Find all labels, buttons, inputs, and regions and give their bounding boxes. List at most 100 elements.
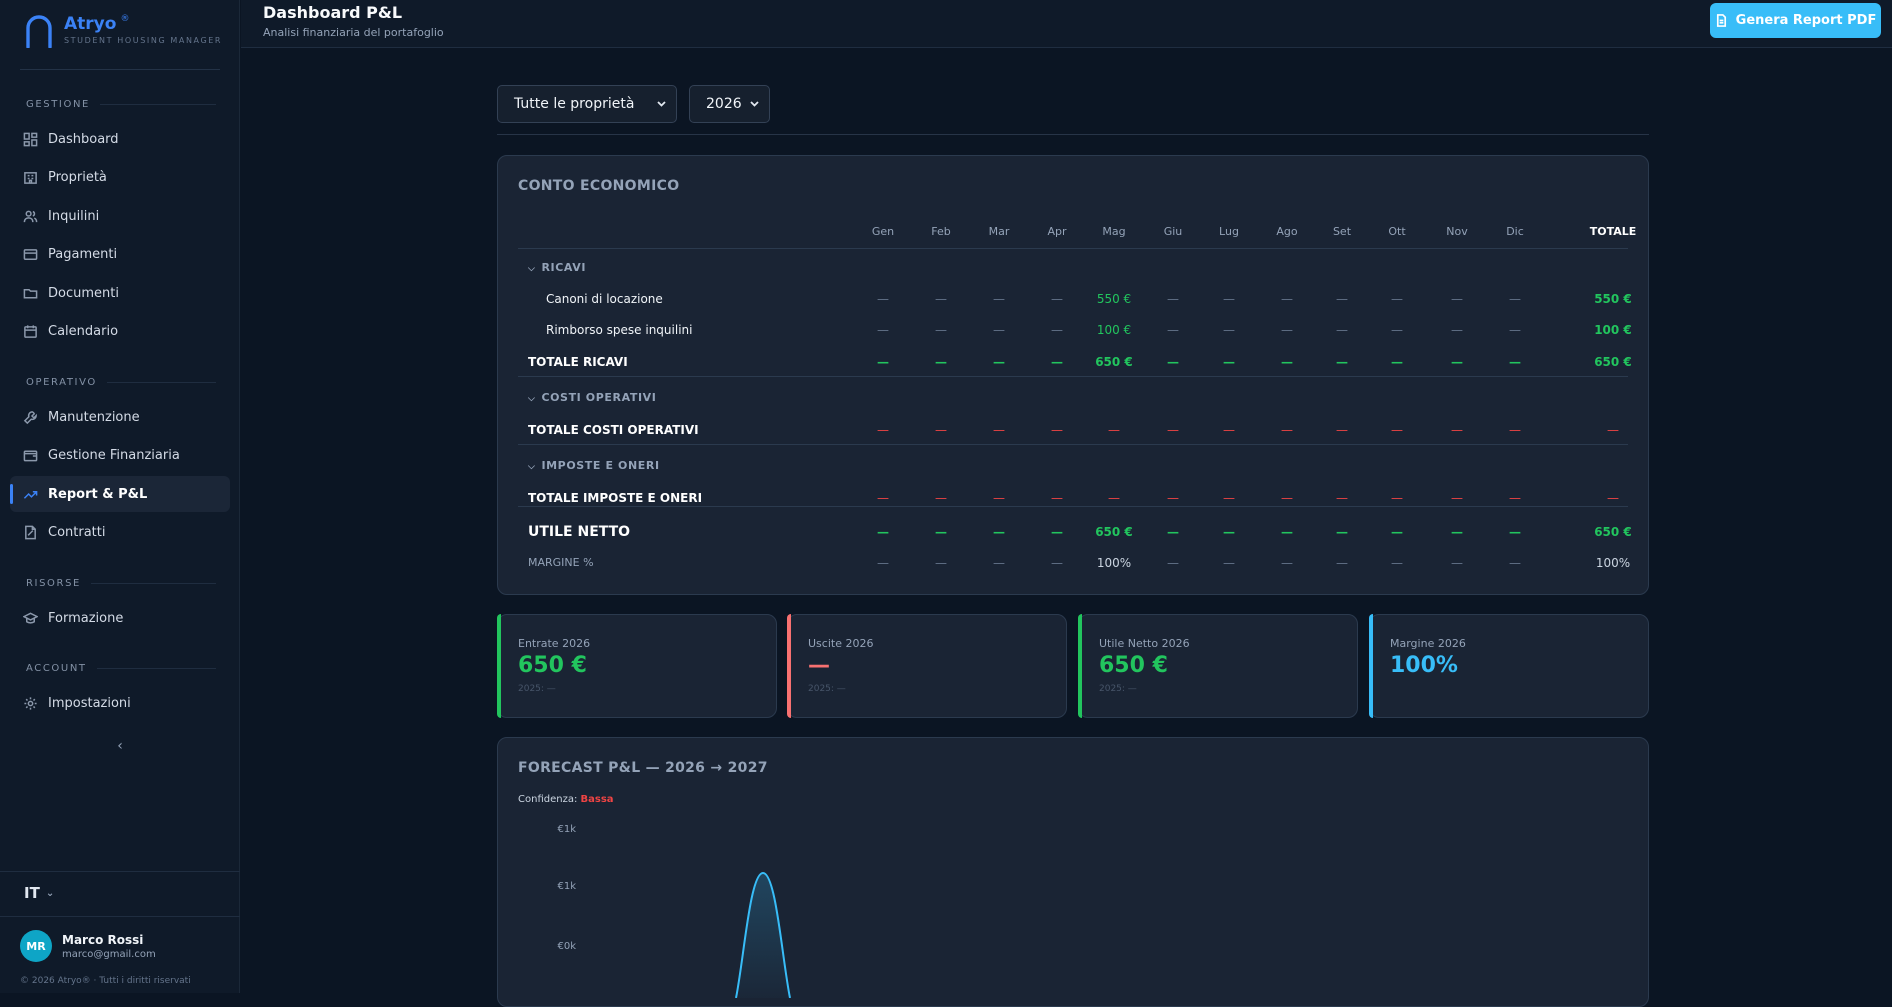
month-header: Lug	[1219, 225, 1239, 238]
year-select[interactable]: 2026	[689, 85, 770, 123]
sidebar-item-label: Proprietà	[48, 169, 107, 185]
kpi-accent-bar	[787, 614, 791, 718]
chevron-down-icon: ⌵	[528, 394, 536, 404]
section-row-ricavi[interactable]: ⌵ RICAVI	[518, 252, 1628, 283]
language-selector[interactable]: IT ⌄	[24, 884, 54, 902]
sidebar-item-contratti[interactable]: Contratti	[10, 514, 230, 550]
kpi-label: Entrate 2026	[518, 637, 591, 650]
sidebar-item-report-pl[interactable]: Report & P&L	[10, 476, 230, 512]
brand-registered-mark: ®	[120, 14, 130, 24]
kpi-compare: 2025: —	[518, 684, 556, 694]
sidebar-item-calendario[interactable]: Calendario	[10, 313, 230, 349]
month-value: —	[1509, 490, 1521, 505]
row-total: 650 €	[1594, 354, 1632, 369]
row-label: TOTALE IMPOSTE E ONERI	[528, 490, 703, 505]
sidebar-item-formazione[interactable]: Formazione	[10, 600, 230, 636]
generate-report-pdf-button[interactable]: Genera Report PDF	[1710, 3, 1881, 38]
month-value: —	[1391, 490, 1403, 505]
trend-icon	[23, 490, 38, 499]
month-value: —	[1451, 422, 1463, 437]
wrench-icon	[23, 410, 37, 424]
kpi-accent-bar	[1369, 614, 1373, 718]
month-value: —	[1451, 524, 1463, 539]
section-gestione: GESTIONE	[26, 99, 216, 110]
month-value: —	[935, 422, 947, 437]
income-statement-card: CONTO ECONOMICO Gen Feb Mar Apr Mag Giu Lug Ago…	[497, 155, 1649, 595]
kpi-compare: 2025: —	[808, 684, 846, 694]
brand-name: Atryo	[64, 14, 117, 34]
row-label: TOTALE RICAVI	[528, 354, 628, 369]
sidebar-item-proprieta[interactable]: Proprietà	[10, 159, 230, 195]
section-label: COSTI OPERATIVI	[541, 391, 657, 404]
kpi-accent-bar	[497, 614, 501, 718]
month-value: —	[1451, 354, 1463, 369]
sidebar-item-dashboard[interactable]: Dashboard	[10, 121, 230, 157]
month-value: 100%	[1096, 555, 1132, 570]
gear-icon	[24, 696, 37, 710]
kpi-card-utile: Utile Netto 2026 650 € 2025: —	[1078, 614, 1358, 718]
table-row: TOTALE IMPOSTE E ONERI — — — — — — — — — — — — —	[518, 482, 1628, 513]
month-value: —	[877, 524, 889, 539]
month-value: —	[935, 524, 947, 539]
month-value: —	[993, 422, 1005, 437]
sidebar-item-pagamenti[interactable]: Pagamenti	[10, 236, 230, 272]
month-value: 550 €	[1096, 291, 1132, 306]
month-value: —	[877, 291, 889, 306]
row-label: TOTALE COSTI OPERATIVI	[528, 422, 699, 437]
month-value: —	[1167, 422, 1179, 437]
sidebar-item-gestione-finanziaria[interactable]: Gestione Finanziaria	[10, 437, 230, 473]
month-value: —	[1451, 555, 1463, 570]
month-value: —	[1167, 524, 1179, 539]
month-header: Mar	[988, 225, 1010, 238]
month-value: —	[1223, 555, 1235, 570]
kpi-value: 650 €	[1099, 653, 1168, 678]
month-header: Dic	[1506, 225, 1524, 238]
property-select[interactable]: Tutte le proprietà	[497, 85, 677, 123]
section-row-costi[interactable]: ⌵ COSTI OPERATIVI	[518, 382, 1628, 413]
sidebar-item-manutenzione[interactable]: Manutenzione	[10, 399, 230, 435]
sidebar-item-documenti[interactable]: Documenti	[10, 275, 230, 311]
month-header: Mag	[1102, 225, 1126, 238]
user-profile[interactable]: MR Marco Rossi marco@gmail.com	[20, 930, 156, 962]
page-subtitle: Analisi finanziaria del portafoglio	[263, 26, 444, 39]
month-value: —	[1336, 322, 1348, 337]
users-icon	[23, 210, 38, 222]
page-title: Dashboard P&L	[263, 3, 403, 22]
table-row: Rimborso spese inquilini — — — — 100 € — — — — — — —…	[518, 314, 1632, 345]
month-value: —	[1167, 322, 1179, 337]
sidebar-item-impostazioni[interactable]: Impostazioni	[10, 685, 230, 721]
month-value: —	[1336, 555, 1348, 570]
chevron-left-icon[interactable]: ‹	[112, 738, 128, 754]
kpi-label: Uscite 2026	[808, 637, 874, 650]
month-value: —	[1509, 524, 1521, 539]
property-select-value: Tutte le proprietà	[514, 96, 635, 112]
brand-logo[interactable]: Atryo ® STUDENT HOUSING MANAGER	[24, 14, 222, 48]
user-email: marco@gmail.com	[62, 948, 156, 960]
kpi-card-entrate: Entrate 2026 650 € 2025: —	[497, 614, 777, 718]
section-label: RICAVI	[541, 261, 587, 274]
section-account: ACCOUNT	[26, 663, 216, 674]
section-divider	[518, 444, 1628, 445]
section-row-imposte[interactable]: ⌵ IMPOSTE E ONERI	[518, 450, 1628, 481]
sidebar-item-label: Inquilini	[48, 208, 100, 224]
section-operativo: OPERATIVO	[26, 377, 216, 388]
month-value: —	[993, 354, 1005, 369]
month-header: Nov	[1446, 225, 1468, 238]
month-value: —	[1281, 291, 1293, 306]
kpi-value: —	[808, 653, 830, 678]
month-value: —	[1281, 354, 1293, 369]
kpi-label: Utile Netto 2026	[1099, 637, 1190, 650]
kpi-card-uscite: Uscite 2026 — 2025: —	[787, 614, 1067, 718]
copyright: © 2026 Atryo® · Tutti i diritti riservat…	[20, 976, 191, 986]
table-row: MARGINE % — — — — 100% — — — — — — — 100%	[518, 547, 1630, 578]
month-value: —	[877, 322, 889, 337]
sidebar-item-inquilini[interactable]: Inquilini	[10, 198, 230, 234]
section-divider	[518, 506, 1628, 507]
month-value: —	[1167, 354, 1179, 369]
row-label: Rimborso spese inquilini	[546, 322, 693, 337]
month-value: —	[1451, 291, 1463, 306]
logo-arch-icon	[26, 15, 52, 48]
month-header: Apr	[1047, 225, 1067, 238]
avatar: MR	[20, 930, 52, 962]
month-value: —	[1223, 354, 1235, 369]
